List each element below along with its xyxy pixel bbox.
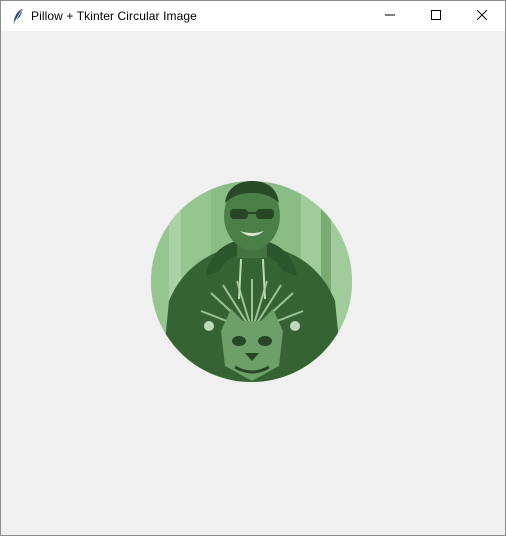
window-title: Pillow + Tkinter Circular Image xyxy=(31,9,197,23)
minimize-button[interactable] xyxy=(367,1,413,31)
app-window: Pillow + Tkinter Circular Image xyxy=(0,0,506,536)
title-bar[interactable]: Pillow + Tkinter Circular Image xyxy=(1,1,505,31)
window-content xyxy=(1,31,505,535)
close-icon xyxy=(476,7,488,25)
circular-portrait-photo xyxy=(151,181,352,382)
window-controls xyxy=(367,1,505,31)
minimize-icon xyxy=(385,7,395,25)
maximize-icon xyxy=(431,7,441,25)
close-button[interactable] xyxy=(459,1,505,31)
maximize-button[interactable] xyxy=(413,1,459,31)
feather-icon xyxy=(10,8,26,24)
